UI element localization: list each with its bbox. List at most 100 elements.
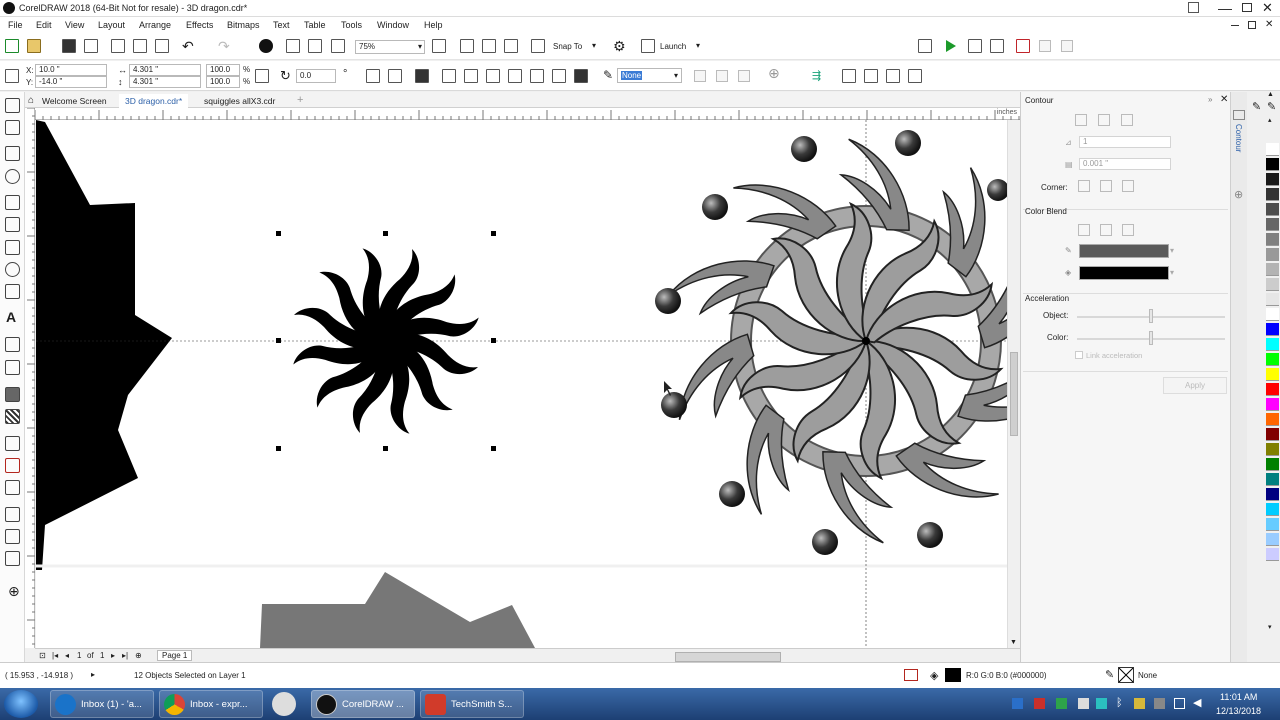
counterclockwise-blend-icon[interactable]: [1122, 224, 1134, 236]
front-minus-back-icon[interactable]: [530, 69, 544, 83]
menu-table[interactable]: Table: [304, 20, 326, 30]
wrap-text-icon[interactable]: [716, 70, 728, 82]
freehand-tool-icon[interactable]: [5, 195, 20, 210]
window-minimize-icon[interactable]: [1231, 25, 1239, 26]
palette-swatch[interactable]: [1266, 368, 1279, 381]
tab-squiggles[interactable]: squiggles allX3.cdr: [198, 94, 281, 108]
menu-effects[interactable]: Effects: [186, 20, 213, 30]
open-icon[interactable]: [27, 39, 41, 53]
menu-view[interactable]: View: [65, 20, 84, 30]
menu-text[interactable]: Text: [273, 20, 290, 30]
shape-tool-icon[interactable]: [5, 120, 20, 135]
object-acceleration-thumb[interactable]: [1149, 309, 1153, 323]
drop-shadow-tool-icon[interactable]: [5, 387, 20, 402]
save-icon[interactable]: [62, 39, 76, 53]
menu-edit[interactable]: Edit: [36, 20, 52, 30]
vertical-ruler[interactable]: [25, 108, 35, 648]
page-tab[interactable]: Page 1: [157, 650, 193, 661]
window-restore-icon[interactable]: [1248, 21, 1256, 29]
color-proof-icon[interactable]: [904, 669, 918, 681]
launch-label[interactable]: Launch: [660, 42, 686, 51]
paint-icon[interactable]: [272, 692, 296, 716]
docker-close-icon[interactable]: ✕: [1220, 94, 1228, 105]
vertical-scrollbar[interactable]: ▼: [1007, 120, 1020, 648]
tray-icon-2[interactable]: [1034, 698, 1045, 709]
contour-offset-field[interactable]: 0.001 ": [1079, 158, 1171, 170]
volume-icon[interactable]: ◀: [1193, 696, 1201, 709]
palette-up-icon[interactable]: ▲: [1267, 91, 1274, 98]
palette-scroll-icon[interactable]: ▴: [1268, 116, 1272, 124]
pick-tool-icon[interactable]: [5, 98, 20, 113]
lock-ratio-icon[interactable]: [255, 69, 269, 83]
record-macro-icon[interactable]: [1016, 39, 1030, 53]
taskbar-item-outlook[interactable]: Inbox (1) - 'a...: [50, 690, 154, 718]
envelope-icon[interactable]: [864, 69, 878, 83]
back-minus-front-icon[interactable]: [552, 69, 566, 83]
outline-color-indicator[interactable]: [1118, 667, 1134, 683]
palette-swatch[interactable]: [1266, 323, 1279, 336]
tab-welcome-screen[interactable]: Welcome Screen: [36, 94, 113, 108]
tray-icon-5[interactable]: [1096, 698, 1107, 709]
gray-mountain-shape[interactable]: [260, 572, 535, 648]
palette-swatch[interactable]: [1266, 173, 1279, 186]
copy-icon[interactable]: [133, 39, 147, 53]
current-page-number[interactable]: 1: [77, 651, 81, 660]
show-grid-icon[interactable]: [482, 39, 496, 53]
contour-inside-icon[interactable]: [1098, 114, 1110, 126]
palette-swatch[interactable]: [1266, 338, 1279, 351]
docker-tab-contour[interactable]: Contour: [1234, 124, 1243, 152]
intersect-icon[interactable]: [486, 69, 500, 83]
convert-to-curves-icon[interactable]: [694, 70, 706, 82]
tray-icon-1[interactable]: [1012, 698, 1023, 709]
object-origin-icon[interactable]: [5, 69, 19, 83]
rotation-angle-field[interactable]: 0.0: [296, 69, 336, 83]
menu-help[interactable]: Help: [424, 20, 443, 30]
corner-round-icon[interactable]: [1100, 180, 1112, 192]
window-close-icon[interactable]: ✕: [1265, 19, 1273, 30]
stop-macro-icon[interactable]: [1061, 40, 1073, 52]
lens-icon[interactable]: [908, 69, 922, 83]
clockwise-blend-icon[interactable]: [1100, 224, 1112, 236]
outline-width-select[interactable]: None ▾: [617, 68, 682, 83]
menu-layout[interactable]: Layout: [98, 20, 125, 30]
clock-date[interactable]: 12/13/2018: [1216, 706, 1261, 716]
extrude-icon[interactable]: [842, 69, 856, 83]
menu-arrange[interactable]: Arrange: [139, 20, 171, 30]
maximize-button[interactable]: [1242, 3, 1252, 12]
horizontal-scroll-thumb[interactable]: [675, 652, 781, 662]
publish-pdf-icon[interactable]: [331, 39, 345, 53]
palette-swatch[interactable]: [1266, 533, 1279, 546]
docker-add-icon[interactable]: ⊕: [1234, 188, 1243, 201]
horizontal-ruler[interactable]: inches: [35, 108, 1020, 120]
trim-icon[interactable]: [464, 69, 478, 83]
smart-fill-tool-icon[interactable]: [5, 480, 20, 495]
simplify-icon[interactable]: [508, 69, 522, 83]
menu-bitmaps[interactable]: Bitmaps: [227, 20, 260, 30]
clock-time[interactable]: 11:01 AM: [1220, 692, 1257, 702]
docker-expand-icon[interactable]: »: [1208, 95, 1212, 104]
height-field[interactable]: 4.301 ": [129, 76, 201, 88]
palette-swatch[interactable]: [1266, 158, 1279, 171]
eyedropper-tool-icon[interactable]: [5, 436, 20, 451]
import-icon[interactable]: [286, 39, 300, 53]
palette-swatch[interactable]: [1266, 248, 1279, 261]
minimize-button[interactable]: [1218, 2, 1232, 10]
paste-icon[interactable]: [155, 39, 169, 53]
menu-file[interactable]: File: [8, 20, 23, 30]
interactive-fill-tool-icon[interactable]: [5, 458, 20, 473]
palette-pen-icon[interactable]: ✎: [1252, 100, 1261, 113]
add-page-icon[interactable]: ⊕: [135, 651, 142, 660]
menu-tools[interactable]: Tools: [341, 20, 362, 30]
apply-button[interactable]: Apply: [1163, 377, 1227, 394]
tab-3d-dragon[interactable]: 3D dragon.cdr*: [119, 94, 189, 108]
width-field[interactable]: 4.301 ": [129, 64, 201, 76]
prev-page-icon[interactable]: ◂: [65, 651, 69, 660]
start-button[interactable]: [4, 690, 38, 718]
rectangle-tool-icon[interactable]: [5, 240, 20, 255]
next-page-icon[interactable]: ▸: [111, 651, 115, 660]
palette-swatch[interactable]: [1266, 488, 1279, 501]
text-tool-icon[interactable]: A: [6, 309, 16, 325]
show-guidelines-icon[interactable]: [504, 39, 518, 53]
palette-swatch[interactable]: [1266, 518, 1279, 531]
run-macro-icon[interactable]: [946, 40, 956, 52]
